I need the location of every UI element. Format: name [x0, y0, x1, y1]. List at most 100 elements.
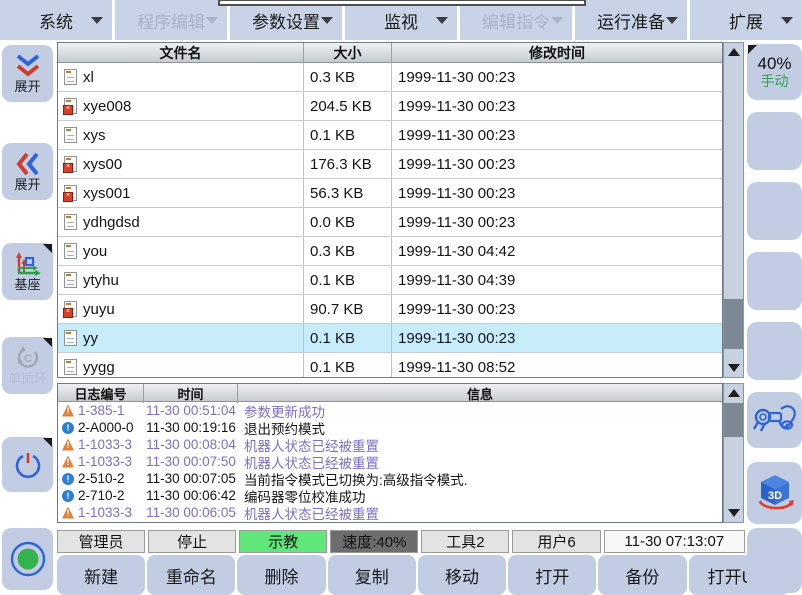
scroll-down-icon[interactable] [724, 506, 743, 520]
menu-label: 参数设置 [252, 8, 320, 33]
menu-run-prepare[interactable]: 运行准备 [575, 0, 687, 40]
log-row[interactable]: 2-510-2 11-30 00:07:05 当前指令模式已切换为:高级指令模式… [58, 470, 722, 487]
menu-system[interactable]: 系统 [0, 0, 112, 40]
rename-button[interactable]: 重命名 [147, 555, 235, 595]
button-label: 重命名 [166, 563, 217, 588]
right-panel-slot-5[interactable] [747, 528, 802, 593]
column-header-size: 大小 [304, 43, 392, 63]
scrollbar-thumb[interactable] [724, 403, 743, 437]
file-name: ytyhu [83, 272, 119, 289]
table-row[interactable]: yygg 0.1 KB 1999-11-30 08:52 [58, 353, 722, 378]
file-time: 1999-11-30 00:23 [392, 179, 722, 207]
menu-program-edit[interactable]: 程序编辑 [115, 0, 227, 40]
table-row-selected[interactable]: yy 0.1 KB 1999-11-30 00:23 [58, 324, 722, 353]
log-row[interactable]: 1-1033-3 11-30 00:06:05 机器人状态已经被重置 [58, 504, 722, 521]
backup-button[interactable]: 备份 [598, 555, 686, 595]
file-table: 文件名 大小 修改时间 xl 0.3 KB 1999-11-30 00:23 x… [57, 42, 723, 378]
file-time: 1999-11-30 00:23 [392, 324, 722, 352]
robot-jog-button[interactable] [747, 392, 802, 448]
status-run-state[interactable]: 停止 [148, 530, 236, 553]
file-doc-icon [64, 127, 77, 143]
expand-down-button[interactable]: 展开 [2, 45, 53, 102]
log-code: 1-385-1 [78, 403, 125, 418]
log-row[interactable]: 1-1033-3 11-30 00:07:50 机器人状态已经被重置 [58, 453, 722, 470]
double-chevron-left-icon [14, 151, 42, 177]
file-table-scrollbar[interactable] [723, 42, 744, 378]
scroll-up-icon[interactable] [724, 386, 743, 400]
status-speed[interactable]: 速度:40% [330, 530, 418, 553]
copy-button[interactable]: 复制 [328, 555, 416, 595]
status-label: 示教 [268, 531, 298, 552]
log-time: 11-30 00:07:05 [144, 471, 238, 486]
scrollbar-thumb[interactable] [724, 299, 743, 349]
log-row[interactable]: 2-710-2 11-30 00:06:42 编码器零位校准成功 [58, 487, 722, 504]
servo-status-button[interactable] [2, 528, 53, 590]
info-icon [62, 490, 74, 502]
speed-value: 40% [757, 54, 791, 73]
file-name: yygg [83, 359, 115, 376]
table-row[interactable]: xys00 176.3 KB 1999-11-30 00:23 [58, 150, 722, 179]
menu-edit-command[interactable]: 编辑指令 [460, 0, 572, 40]
status-label: 速度:40% [342, 531, 406, 552]
file-program-icon [64, 98, 77, 114]
speed-mode-button[interactable]: 40% 手动 [747, 44, 802, 100]
warning-icon [62, 507, 74, 519]
right-panel-slot-2[interactable] [747, 182, 802, 240]
table-row[interactable]: xye008 204.5 KB 1999-11-30 00:23 [58, 92, 722, 121]
status-user-frame[interactable]: 用户6 [512, 530, 600, 553]
file-time: 1999-11-30 04:39 [392, 266, 722, 294]
table-row[interactable]: ytyhu 0.1 KB 1999-11-30 04:39 [58, 266, 722, 295]
menu-extend[interactable]: 扩展 [690, 0, 802, 40]
status-mode-teach[interactable]: 示教 [239, 530, 327, 553]
info-icon [62, 422, 74, 434]
right-panel-slot-4[interactable] [747, 322, 802, 380]
table-row[interactable]: xl 0.3 KB 1999-11-30 00:23 [58, 63, 722, 92]
table-row[interactable]: yuyu 90.7 KB 1999-11-30 00:23 [58, 295, 722, 324]
chevron-down-icon [321, 17, 333, 24]
table-row[interactable]: ydhgdsd 0.0 KB 1999-11-30 00:23 [58, 208, 722, 237]
column-header-modified: 修改时间 [392, 43, 722, 63]
scroll-up-icon[interactable] [724, 45, 743, 59]
table-row[interactable]: xys 0.1 KB 1999-11-30 00:23 [58, 121, 722, 150]
table-row[interactable]: xys001 56.3 KB 1999-11-30 00:23 [58, 179, 722, 208]
coordinate-axes-icon [14, 251, 42, 277]
file-size: 0.1 KB [304, 324, 392, 352]
file-size: 0.1 KB [304, 266, 392, 294]
chevron-down-icon [551, 17, 563, 24]
single-cycle-button[interactable]: C 单循环 [2, 337, 53, 394]
log-code: 2-710-2 [78, 488, 125, 503]
scroll-down-icon[interactable] [724, 361, 743, 375]
log-code: 2-510-2 [78, 471, 125, 486]
warning-icon [62, 456, 74, 468]
power-button[interactable] [2, 437, 53, 492]
menu-parameter-settings[interactable]: 参数设置 [230, 0, 342, 40]
status-tool[interactable]: 工具2 [421, 530, 509, 553]
new-button[interactable]: 新建 [57, 555, 145, 595]
menu-label: 监视 [384, 8, 418, 33]
log-row[interactable]: 1-385-1 11-30 00:51:04 参数更新成功 [58, 402, 722, 419]
chevron-down-icon [666, 17, 678, 24]
log-table-scrollbar[interactable] [723, 383, 744, 523]
right-panel-slot-3[interactable] [747, 252, 802, 310]
move-button[interactable]: 移动 [418, 555, 506, 595]
status-user-level[interactable]: 管理员 [57, 530, 145, 553]
file-name: yuyu [83, 301, 115, 318]
delete-button[interactable]: 删除 [237, 555, 325, 595]
open-button[interactable]: 打开 [508, 555, 596, 595]
expand-left-button[interactable]: 展开 [2, 143, 53, 200]
log-table: 日志编号 时间 信息 1-385-1 11-30 00:51:04 参数更新成功… [57, 383, 723, 523]
right-panel-slot-1[interactable] [747, 112, 802, 170]
warning-icon [62, 439, 74, 451]
sidebar-button-label: 单循环 [8, 372, 47, 386]
view-3d-button[interactable]: 3D [747, 462, 802, 524]
menu-monitor[interactable]: 监视 [345, 0, 457, 40]
log-row[interactable]: 1-1033-3 11-30 00:08:04 机器人状态已经被重置 [58, 436, 722, 453]
base-coordinate-button[interactable]: 基座 [2, 243, 53, 300]
file-name: yy [83, 330, 98, 347]
button-label: 复制 [355, 563, 389, 588]
file-name: xl [83, 69, 94, 86]
file-size: 204.5 KB [304, 92, 392, 120]
log-row[interactable]: 2-A000-0 11-30 00:19:16 退出预约模式 [58, 419, 722, 436]
action-bar: 新建 重命名 删除 复制 移动 打开 备份 打开U盘 [57, 555, 790, 595]
table-row[interactable]: you 0.3 KB 1999-11-30 04:42 [58, 237, 722, 266]
